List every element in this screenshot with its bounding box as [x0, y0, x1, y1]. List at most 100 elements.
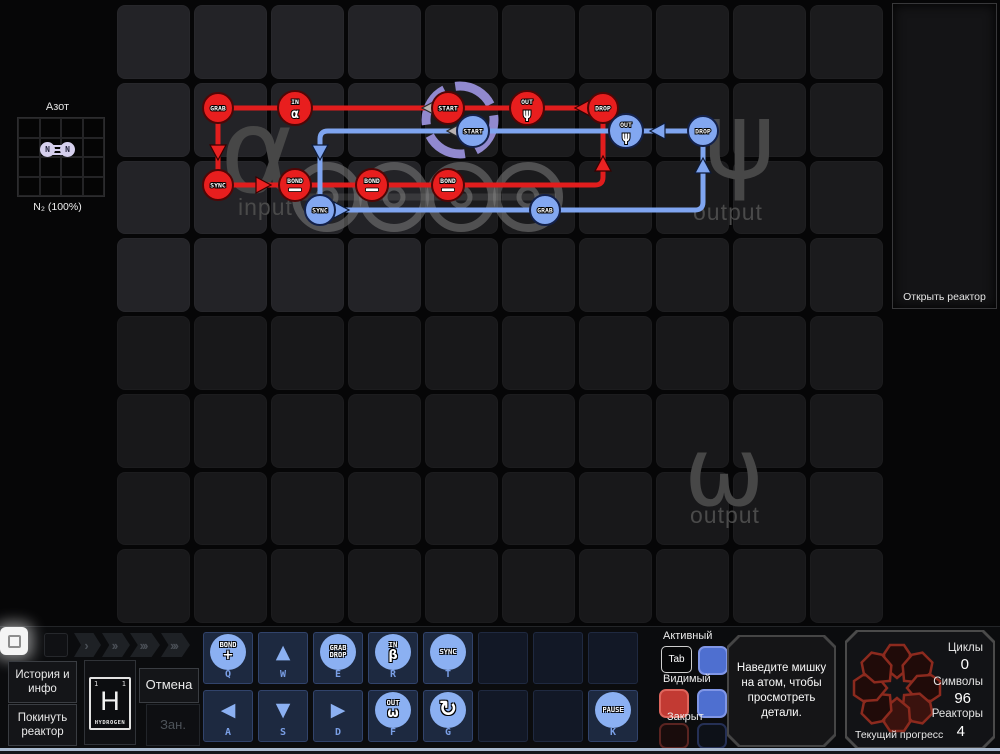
reactor-cell[interactable] [348, 316, 421, 390]
reactor-cell[interactable] [656, 238, 729, 312]
tool-arrow-right[interactable]: ▶ D [313, 690, 363, 742]
reactor-cell[interactable] [194, 5, 267, 79]
reactor-cell[interactable] [810, 393, 883, 468]
tool-out-omega[interactable]: OUT ω F [368, 690, 418, 742]
reactor-cell[interactable] [810, 5, 883, 79]
reactor-cell[interactable] [810, 160, 883, 235]
reactor-cell[interactable] [502, 82, 575, 157]
reactor-cell[interactable] [502, 238, 575, 312]
leave-reactor-button[interactable]: Покинуть реактор [8, 704, 77, 746]
reactor-cell[interactable] [425, 160, 498, 235]
reactor-cell[interactable] [271, 393, 344, 468]
reactor-cell[interactable] [194, 549, 267, 623]
tool-arrow-up[interactable]: ▲ W [258, 632, 308, 684]
reactor-cell[interactable] [425, 238, 498, 312]
reactor-cell[interactable] [425, 82, 498, 157]
hotkey-letter: A [224, 727, 232, 738]
reactor-cell[interactable] [117, 160, 190, 235]
tool-arrow-down[interactable]: ▼ S [258, 690, 308, 742]
reactor-cell[interactable] [579, 160, 652, 235]
active-blue-waldo-toggle[interactable] [698, 646, 728, 675]
reactor-cell[interactable] [117, 471, 190, 546]
reactor-cell[interactable] [656, 5, 729, 79]
reactor-cell[interactable] [271, 471, 344, 546]
reactor-cell[interactable] [425, 5, 498, 79]
speed-button-3[interactable]: ››› [130, 633, 160, 657]
reactor-cell[interactable] [194, 316, 267, 390]
reactor-cell[interactable] [117, 82, 190, 157]
reactor-cell[interactable] [348, 393, 421, 468]
reactor-cell[interactable] [810, 549, 883, 623]
reactor-cell[interactable] [425, 471, 498, 546]
open-reactor-label[interactable]: Открыть реактор [893, 291, 996, 303]
reactor-cell[interactable] [810, 238, 883, 312]
reactor-cell[interactable] [117, 393, 190, 468]
reactor-cell[interactable] [579, 238, 652, 312]
reactor-cell[interactable] [656, 549, 729, 623]
reactor-cell[interactable] [194, 393, 267, 468]
reactor-cell[interactable] [271, 5, 344, 79]
reactor-cell[interactable] [733, 5, 806, 79]
reactor-cell[interactable] [194, 238, 267, 312]
speed-button-2[interactable]: ›› [102, 633, 130, 657]
reactor-cell[interactable] [502, 316, 575, 390]
reactor-cell[interactable] [117, 238, 190, 312]
reactor-cell[interactable] [348, 82, 421, 157]
reactor-cell[interactable] [348, 238, 421, 312]
speed-button-1[interactable]: › [74, 633, 101, 657]
reactor-cell[interactable] [502, 471, 575, 546]
reactor-cell[interactable] [579, 549, 652, 623]
closed-blue-waldo-toggle[interactable] [697, 723, 727, 749]
reactor-cell[interactable] [502, 549, 575, 623]
reactor-cell[interactable] [810, 82, 883, 157]
reactor-cell[interactable] [579, 5, 652, 79]
tool-rotate[interactable]: ↻ G [423, 690, 473, 742]
tool-in-beta[interactable]: IN β R [368, 632, 418, 684]
reactor-cell[interactable] [194, 471, 267, 546]
reactor-cell[interactable] [117, 5, 190, 79]
reactor-cell[interactable] [271, 238, 344, 312]
reactor-cell[interactable] [579, 471, 652, 546]
instruction-label: SYNC [439, 647, 457, 656]
playback-slot[interactable] [44, 633, 68, 657]
reactor-cell[interactable] [810, 316, 883, 390]
reactor-cell[interactable] [348, 549, 421, 623]
reactor-cell[interactable] [502, 160, 575, 235]
tool-pause[interactable]: PAUSE K [588, 690, 638, 742]
reactor-cell[interactable] [502, 5, 575, 79]
reactor-cell[interactable] [425, 549, 498, 623]
molecule-grid-cell [61, 176, 83, 196]
reactor-cell[interactable] [733, 316, 806, 390]
reactor-cell[interactable] [425, 316, 498, 390]
reactor-cell[interactable] [579, 316, 652, 390]
atom-nitrogen: N [40, 142, 55, 157]
reactor-cell[interactable] [117, 316, 190, 390]
reactor-cell[interactable] [271, 549, 344, 623]
tool-bond-plus[interactable]: BOND + Q [203, 632, 253, 684]
tool-sync[interactable]: SYNC T [423, 632, 473, 684]
closed-red-waldo-toggle[interactable] [659, 723, 689, 749]
reactor-cell[interactable] [579, 82, 652, 157]
history-info-button[interactable]: История и инфо [8, 661, 77, 703]
tool-grab-drop[interactable]: GRAB DROP E [313, 632, 363, 684]
reactor-cell[interactable] [733, 238, 806, 312]
reactor-cell[interactable] [117, 549, 190, 623]
element-tile-hydrogen[interactable]: 1 1 H HYDROGEN [84, 660, 136, 745]
reactor-cell[interactable] [425, 393, 498, 468]
reactor-cell[interactable] [348, 5, 421, 79]
tool-arrow-left[interactable]: ◀ A [203, 690, 253, 742]
reactor-cell[interactable] [348, 471, 421, 546]
speed-button-4[interactable]: ››› [161, 633, 190, 657]
zone-label: output [693, 199, 763, 225]
reactor-cell[interactable] [733, 549, 806, 623]
reactor-cell[interactable] [656, 316, 729, 390]
reactor-preview-panel[interactable]: Открыть реактор [892, 3, 997, 309]
reactor-cell[interactable] [271, 316, 344, 390]
molecule-grid-cell [39, 176, 61, 196]
reactor-cell[interactable] [502, 393, 575, 468]
reactor-cell[interactable] [810, 471, 883, 546]
cancel-button[interactable]: Отмена [139, 668, 199, 703]
stop-button[interactable] [0, 627, 28, 655]
reactor-cell[interactable] [579, 393, 652, 468]
reactor-cell[interactable] [348, 160, 421, 235]
